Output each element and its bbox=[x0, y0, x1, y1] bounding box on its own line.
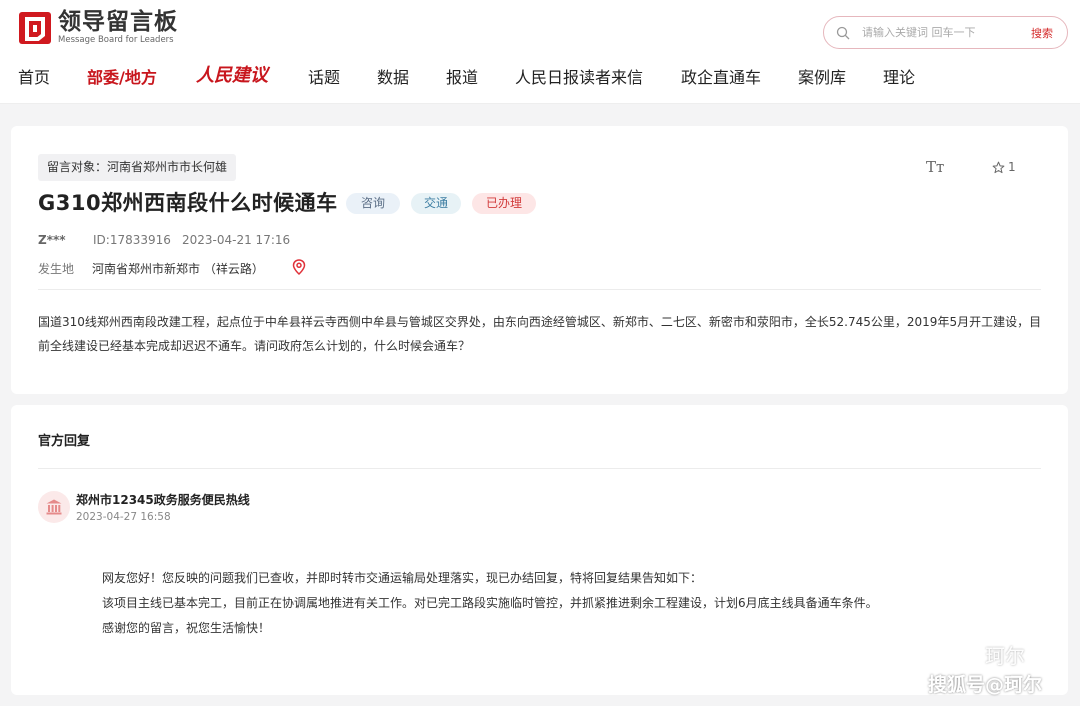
reply-date: 2023-04-27 16:58 bbox=[76, 511, 171, 523]
message-target: 留言对象：河南省郑州市市长何雄 bbox=[38, 154, 237, 181]
nav-item-reader-letters[interactable]: 人民日报读者来信 bbox=[515, 64, 643, 92]
tag-consult: 咨询 bbox=[346, 193, 400, 214]
message-title: G310郑州西南段什么时候通车 bbox=[38, 191, 338, 215]
reply-line: 网友您好！您反映的问题我们已查收，并即时转市交通运输局处理落实，现已办结回复，特… bbox=[102, 571, 703, 585]
site-logo[interactable]: 领导留言板 Message Board for Leaders bbox=[18, 10, 178, 46]
watermark-logo: 珂尔 bbox=[945, 640, 1025, 669]
message-date: 2023-04-21 17:16 bbox=[182, 233, 291, 247]
status-badge: 已办理 bbox=[472, 193, 536, 214]
star-icon bbox=[992, 161, 1005, 173]
divider bbox=[38, 289, 1041, 290]
government-building-icon bbox=[46, 499, 62, 515]
reply-content: 网友您好！您反映的问题我们已查收，并即时转市交通运输局处理落实，现已办结回复，特… bbox=[102, 566, 1042, 641]
reply-card: 官方回复 郑州市12345政务服务便民热线 2023-04-27 16:58 网… bbox=[11, 405, 1068, 695]
reply-org-name: 郑州市12345政务服务便民热线 bbox=[76, 493, 250, 507]
message-content: 国道310线郑州西南段改建工程，起点位于中牟县祥云寺西侧中牟县与管城区交界处，由… bbox=[38, 315, 1042, 353]
search-box: 搜索 bbox=[823, 16, 1068, 49]
favorite-button[interactable]: 1 bbox=[992, 160, 1016, 174]
nav-item-topics[interactable]: 话题 bbox=[308, 64, 340, 92]
search-input[interactable] bbox=[862, 26, 1012, 39]
logo-title: 领导留言板 bbox=[58, 9, 178, 35]
logo-subtitle: Message Board for Leaders bbox=[58, 35, 174, 45]
nav-item-reports[interactable]: 报道 bbox=[446, 64, 478, 92]
reply-section-title: 官方回复 bbox=[38, 434, 91, 449]
message-location: 河南省郑州市新郑市 （祥云路） bbox=[92, 262, 264, 276]
main-nav: 首页 部委/地方 人民建议 话题 数据 报道 人民日报读者来信 政企直通车 案例… bbox=[0, 64, 1080, 94]
message-id: ID:17833916 bbox=[93, 233, 171, 247]
nav-item-home[interactable]: 首页 bbox=[18, 64, 50, 92]
reply-line: 该项目主线已基本完工，目前正在协调属地推进有关工作。对已完工路段实施临时管控，并… bbox=[102, 596, 878, 610]
logo-mark-icon bbox=[18, 11, 52, 45]
search-icon bbox=[836, 26, 850, 39]
search-button[interactable]: 搜索 bbox=[1031, 25, 1053, 41]
org-avatar bbox=[38, 491, 70, 523]
location-pin-icon[interactable] bbox=[292, 259, 306, 275]
reply-line: 感谢您的留言，祝您生活愉快！ bbox=[102, 621, 271, 635]
favorite-count: 1 bbox=[1008, 160, 1016, 174]
nav-item-case-library[interactable]: 案例库 bbox=[798, 64, 846, 92]
font-size-button[interactable]: Tт bbox=[926, 158, 944, 176]
site-header: 领导留言板 Message Board for Leaders 搜索 首页 部委… bbox=[0, 0, 1080, 104]
nav-item-people-suggestions[interactable]: 人民建议 bbox=[196, 62, 268, 90]
divider bbox=[38, 468, 1041, 469]
nav-item-gov-enterprise[interactable]: 政企直通车 bbox=[681, 64, 761, 92]
nav-item-theory[interactable]: 理论 bbox=[883, 64, 915, 92]
location-label: 发生地 bbox=[38, 262, 75, 276]
nav-item-data[interactable]: 数据 bbox=[377, 64, 409, 92]
watermark-text: 珂尔 bbox=[985, 644, 1025, 668]
wechat-icon bbox=[947, 644, 982, 664]
watermark-caption: 搜狐号@珂尔 bbox=[928, 674, 1043, 696]
tag-traffic: 交通 bbox=[411, 193, 461, 214]
message-card: 留言对象：河南省郑州市市长何雄 G310郑州西南段什么时候通车 咨询 交通 已办… bbox=[11, 126, 1068, 394]
nav-item-ministries[interactable]: 部委/地方 bbox=[87, 64, 157, 92]
message-user: Z*** bbox=[38, 233, 66, 247]
